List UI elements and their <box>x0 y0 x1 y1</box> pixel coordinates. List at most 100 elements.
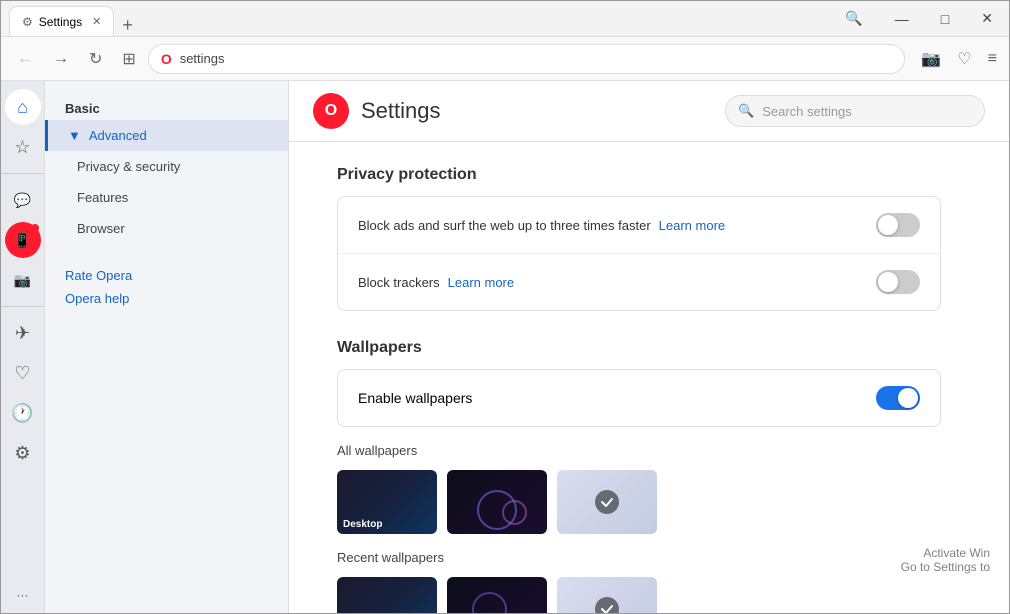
enable-wallpapers-row: Enable wallpapers <box>338 370 940 426</box>
activate-line2: Go to Settings to <box>901 560 990 574</box>
block-trackers-row: Block trackers Learn more <box>338 254 940 310</box>
sidebar-divider-2 <box>1 306 44 307</box>
activate-watermark: Activate Win Go to Settings to <box>901 546 990 574</box>
block-trackers-toggle[interactable] <box>876 270 920 294</box>
privacy-card: Block ads and surf the web up to three t… <box>337 196 941 311</box>
wallpaper-light-selected[interactable] <box>557 470 657 534</box>
refresh-button[interactable]: ↻ <box>81 45 110 73</box>
sidebar-home-button[interactable]: ⌂ <box>5 89 41 125</box>
settings-title-area: O Settings <box>313 93 441 129</box>
block-trackers-text: Block trackers Learn more <box>358 275 514 290</box>
sidebar-news-button[interactable]: ✈ <box>5 315 41 351</box>
wallpapers-section: Wallpapers Enable wallpapers All wallpap… <box>337 339 941 613</box>
wp-dark-label: Desktop <box>343 519 382 530</box>
recent-wallpaper-dark[interactable] <box>337 577 437 613</box>
search-settings-input[interactable]: 🔍 Search settings <box>725 95 985 127</box>
address-bar[interactable]: O settings <box>148 44 906 74</box>
selected-check-icon <box>593 488 621 516</box>
recent-wp-light-bg <box>557 577 657 613</box>
opera-logo: O <box>313 93 349 129</box>
favorites-button[interactable]: ♡ <box>953 45 975 73</box>
privacy-security-nav-item[interactable]: Privacy & security <box>45 151 288 182</box>
privacy-protection-section: Privacy protection Block ads and surf th… <box>337 166 941 311</box>
features-nav-item[interactable]: Features <box>45 182 288 213</box>
whatsapp-badge <box>31 224 39 232</box>
block-ads-row: Block ads and surf the web up to three t… <box>338 197 940 254</box>
block-trackers-learn-more[interactable]: Learn more <box>448 275 514 290</box>
opera-address-icon: O <box>161 51 172 67</box>
grid-view-button[interactable]: ⊞ <box>114 45 143 73</box>
recent-wallpaper-light-selected[interactable] <box>557 577 657 613</box>
block-ads-text: Block ads and surf the web up to three t… <box>358 218 725 233</box>
recent-wp-dark-bg <box>337 577 437 613</box>
advanced-nav-item[interactable]: ▼ Advanced <box>45 120 288 151</box>
browser-nav-item[interactable]: Browser <box>45 213 288 244</box>
enable-wallpapers-toggle[interactable] <box>876 386 920 410</box>
block-ads-learn-more[interactable]: Learn more <box>659 218 725 233</box>
sidebar-divider-1 <box>1 173 44 174</box>
recent-wallpapers-label: Recent wallpapers <box>337 550 941 565</box>
advanced-label: Advanced <box>89 128 147 143</box>
recent-wp-light-overlay <box>557 577 657 613</box>
recent-wallpaper-abstract[interactable] <box>447 577 547 613</box>
block-trackers-toggle-knob <box>878 272 898 292</box>
wallpaper-dark-desktop[interactable]: Desktop <box>337 470 437 534</box>
recent-wallpapers-grid <box>337 577 941 613</box>
block-ads-toggle[interactable] <box>876 213 920 237</box>
enable-wallpapers-toggle-knob <box>898 388 918 408</box>
address-text: settings <box>180 51 225 66</box>
forward-button[interactable]: → <box>45 46 77 72</box>
block-ads-toggle-knob <box>878 215 898 235</box>
sidebar-bookmarks-button[interactable]: ☆ <box>5 129 41 165</box>
rate-opera-link[interactable]: Rate Opera <box>65 268 268 283</box>
wallpapers-card: Enable wallpapers <box>337 369 941 427</box>
settings-header: O Settings 🔍 Search settings <box>289 81 1009 142</box>
wp-circle-2 <box>502 500 527 525</box>
search-icon: 🔍 <box>738 103 754 119</box>
active-tab[interactable]: ⚙ Settings ✕ <box>9 6 114 36</box>
tab-settings-icon: ⚙ <box>22 15 33 29</box>
privacy-security-label: Privacy & security <box>77 159 180 174</box>
tab-close-button[interactable]: ✕ <box>92 15 101 28</box>
sidebar-heart-button[interactable]: ♡ <box>5 355 41 391</box>
minimize-button[interactable]: — <box>887 7 917 31</box>
recent-selected-check-icon <box>593 595 621 613</box>
recent-wp-circle-1 <box>472 592 507 613</box>
sidebar-history-button[interactable]: 🕐 <box>5 395 41 431</box>
sidebar-settings-button[interactable]: ⚙ <box>5 435 41 471</box>
close-button[interactable]: ✕ <box>973 6 1001 31</box>
all-wallpapers-container: All wallpapers Desktop <box>337 443 941 534</box>
features-label: Features <box>77 190 128 205</box>
camera-button[interactable]: 📷 <box>917 45 945 73</box>
wallpaper-abstract[interactable] <box>447 470 547 534</box>
nav-links: Rate Opera Opera help <box>45 252 288 322</box>
activate-line1: Activate Win <box>901 546 990 560</box>
browser-label: Browser <box>77 221 125 236</box>
sidebar-instagram-button[interactable]: 📷 <box>5 262 41 298</box>
wallpapers-section-title: Wallpapers <box>337 339 941 357</box>
maximize-button[interactable]: □ <box>933 7 957 31</box>
titlebar: ⚙ Settings ✕ + 🔍 — □ ✕ <box>1 1 1009 37</box>
privacy-section-title: Privacy protection <box>337 166 941 184</box>
nav-panel: Basic ▼ Advanced Privacy & security Feat… <box>45 81 289 613</box>
content-inner: Privacy protection Block ads and surf th… <box>289 142 989 613</box>
back-button[interactable]: ← <box>9 46 41 72</box>
wp-dark-bg: Desktop <box>337 470 437 534</box>
block-ads-label: Block ads and surf the web up to three t… <box>358 218 651 233</box>
block-trackers-label: Block trackers <box>358 275 440 290</box>
basic-section-label: Basic <box>45 97 288 120</box>
all-wallpapers-grid: Desktop <box>337 470 941 534</box>
tab-label: Settings <box>39 15 82 29</box>
search-button[interactable]: 🔍 <box>837 6 870 31</box>
opera-help-link[interactable]: Opera help <box>65 291 268 306</box>
sidebar-more-button[interactable]: ··· <box>5 577 41 613</box>
navbar: ← → ↻ ⊞ O settings 📷 ♡ ≡ <box>1 37 1009 81</box>
advanced-arrow-icon: ▼ <box>68 128 81 143</box>
sidebar-toggle-button[interactable]: ≡ <box>984 46 1001 72</box>
search-placeholder: Search settings <box>762 104 852 119</box>
content-area: O Settings 🔍 Search settings Privacy pro… <box>289 81 1009 613</box>
new-tab-button[interactable]: + <box>114 15 141 36</box>
sidebar-messenger-button[interactable]: 💬 <box>5 182 41 218</box>
wp-light-bg <box>557 470 657 534</box>
wp-abstract-bg <box>447 470 547 534</box>
